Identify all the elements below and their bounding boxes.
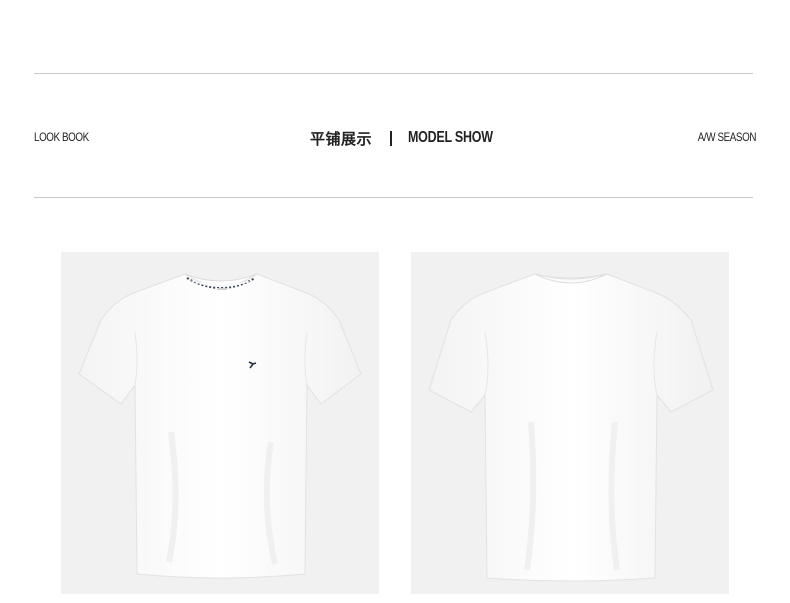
title-separator: [390, 130, 393, 146]
section-title: 平铺展示 MODEL SHOW: [310, 126, 517, 150]
tshirt-back-illustration: [428, 273, 714, 582]
section-title-en: MODEL SHOW: [408, 129, 493, 146]
top-divider: [34, 73, 753, 74]
bottom-divider: [34, 197, 753, 198]
tshirt-back-image: [411, 252, 729, 594]
tshirt-front-image: [61, 252, 379, 594]
section-header: LOOK BOOK 平铺展示 MODEL SHOW A/W SEASON: [34, 124, 756, 152]
section-title-cn: 平铺展示: [310, 129, 373, 148]
look-book-label: LOOK BOOK: [34, 130, 89, 144]
tshirt-front-illustration: [78, 273, 362, 579]
season-label: A/W SEASON: [697, 130, 757, 144]
